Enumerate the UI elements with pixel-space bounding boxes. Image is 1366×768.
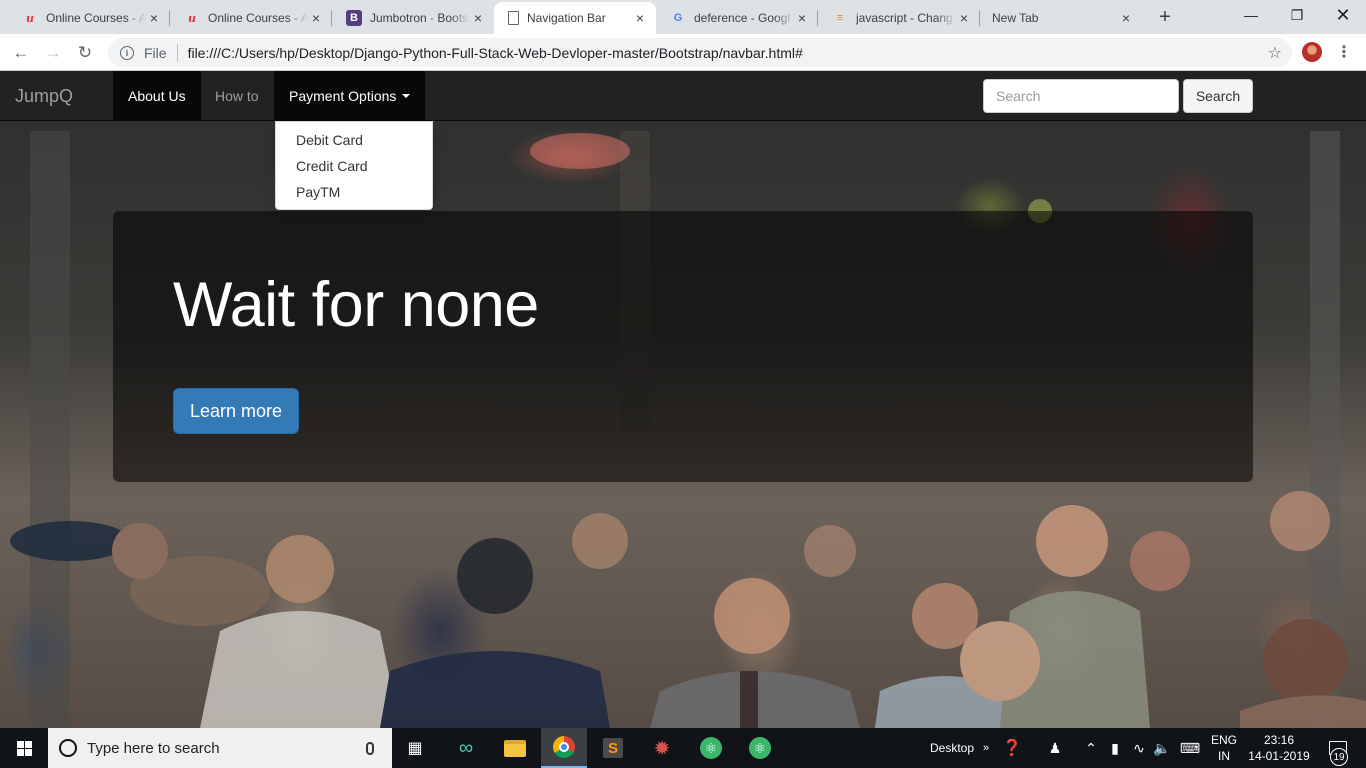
task-view-icon[interactable]: ▦: [392, 728, 438, 768]
toolbar-expand-icon[interactable]: »: [980, 728, 992, 768]
wifi-icon[interactable]: ∿: [1130, 728, 1148, 768]
stackoverflow-icon: ≡: [836, 12, 844, 24]
language-code: ENG: [1210, 733, 1237, 747]
nav-item-about-us[interactable]: About Us: [113, 71, 201, 121]
jumbotron-heading: Wait for none: [173, 270, 539, 340]
close-tab-icon[interactable]: ×: [1118, 10, 1134, 26]
battery-icon[interactable]: ▮: [1106, 728, 1124, 768]
browser-tab-strip: u Online Courses - A × u Online Courses …: [0, 0, 1366, 34]
close-tab-icon[interactable]: ×: [308, 10, 324, 26]
tab-title: New Tab: [992, 11, 1039, 25]
scheme-label: File: [144, 44, 167, 61]
dropdown-item-credit-card[interactable]: Credit Card: [276, 153, 432, 179]
close-tab-icon[interactable]: ×: [470, 10, 486, 26]
search-input[interactable]: [983, 79, 1179, 113]
google-icon: G: [673, 12, 683, 24]
system-clock[interactable]: 23:16 14-01-2019: [1244, 732, 1314, 764]
close-tab-icon[interactable]: ×: [794, 10, 810, 26]
jumbotron: Wait for none Learn more: [113, 211, 1253, 482]
nav-item-payment-options[interactable]: Payment Options: [274, 71, 426, 121]
nav-item-label: How to: [215, 88, 259, 104]
sublime-text-icon[interactable]: S: [590, 728, 636, 768]
cortana-icon: [59, 739, 77, 757]
people-icon[interactable]: ♟: [1044, 728, 1066, 768]
clock-date: 14-01-2019: [1248, 749, 1310, 763]
start-button[interactable]: [0, 728, 48, 768]
browser-tab[interactable]: B Jumbotron · Boots ×: [332, 2, 494, 34]
close-tab-icon[interactable]: ×: [146, 10, 162, 26]
new-tab-plus-icon[interactable]: +: [1154, 6, 1176, 28]
clock-time: 23:16: [1263, 733, 1295, 747]
taskbar-search-box[interactable]: Type here to search: [48, 728, 392, 768]
tab-title: Jumbotron · Boots: [370, 11, 469, 25]
dropdown-item-debit-card[interactable]: Debit Card: [276, 127, 432, 153]
browser-tab[interactable]: u Online Courses - A ×: [8, 2, 170, 34]
keyboard-icon[interactable]: ⌨: [1178, 728, 1202, 768]
chrome-taskbar-icon[interactable]: [541, 728, 587, 768]
show-hidden-icons-chevron-icon[interactable]: ⌃: [1082, 728, 1100, 768]
arduino-icon[interactable]: ∞: [443, 728, 489, 768]
search-button[interactable]: Search: [1183, 79, 1253, 113]
help-icon[interactable]: ❓: [1000, 728, 1024, 768]
atom-editor-icon[interactable]: ⚛: [688, 728, 734, 768]
language-indicator[interactable]: ENG IN: [1208, 732, 1240, 764]
browser-toolbar: ← → ↻ i File file:///C:/Users/hp/Desktop…: [0, 34, 1366, 71]
notification-count-badge: 19: [1330, 748, 1348, 766]
omnibox-divider: [176, 43, 178, 62]
back-arrow-icon[interactable]: ←: [8, 40, 34, 66]
browser-tab[interactable]: New Tab ×: [980, 2, 1142, 34]
reload-icon[interactable]: ↻: [72, 40, 98, 66]
taskbar-search-placeholder: Type here to search: [87, 739, 220, 757]
restore-icon[interactable]: ❐: [1274, 0, 1320, 30]
windows-logo-icon: [16, 740, 32, 756]
udemy-icon: u: [26, 11, 34, 25]
learn-more-button[interactable]: Learn more: [173, 388, 299, 434]
minimize-icon[interactable]: —: [1228, 0, 1274, 30]
tab-title: Online Courses - A: [46, 11, 146, 25]
site-navbar: JumpQ About Us How to Payment Options Se…: [0, 71, 1366, 121]
nav-item-label: Payment Options: [289, 88, 397, 104]
url-text[interactable]: file:///C:/Users/hp/Desktop/Django-Pytho…: [188, 45, 1268, 61]
browser-menu-icon[interactable]: ⋮: [1334, 42, 1354, 62]
atom-editor-icon-2[interactable]: ⚛: [737, 728, 783, 768]
microphone-icon[interactable]: [366, 741, 374, 755]
document-icon: [508, 11, 519, 25]
browser-tab[interactable]: u Online Courses - A ×: [170, 2, 332, 34]
browser-tab[interactable]: ≡ javascript - Chang ×: [818, 2, 980, 34]
tab-title: Navigation Bar: [527, 11, 606, 25]
page-viewport: JumpQ About Us How to Payment Options Se…: [0, 71, 1366, 728]
profile-avatar[interactable]: [1302, 42, 1322, 62]
file-explorer-icon[interactable]: [492, 728, 538, 768]
dropdown-item-paytm[interactable]: PayTM: [276, 179, 432, 205]
info-icon[interactable]: i: [120, 45, 134, 60]
tab-title: deference - Googl: [694, 11, 791, 25]
udemy-icon: u: [188, 11, 196, 25]
close-window-icon[interactable]: ✕: [1320, 0, 1366, 30]
web-spider-icon[interactable]: ✹: [639, 728, 685, 768]
browser-tab[interactable]: G deference - Googl ×: [656, 2, 818, 34]
payment-options-dropdown-menu: Debit Card Credit Card PayTM: [275, 121, 433, 210]
close-tab-icon[interactable]: ×: [956, 10, 972, 26]
close-tab-icon[interactable]: ×: [632, 10, 648, 26]
region-code: IN: [1218, 749, 1230, 763]
browser-tab-active[interactable]: Navigation Bar ×: [494, 2, 656, 34]
tab-title: javascript - Chang: [856, 11, 953, 25]
windows-taskbar: Type here to search ▦ ∞ S ✹ ⚛ ⚛ Desktop …: [0, 728, 1366, 768]
nav-item-label: About Us: [128, 88, 186, 104]
forward-arrow-icon[interactable]: →: [40, 40, 66, 66]
nav-item-how-to[interactable]: How to: [200, 71, 274, 121]
desktop-toolbar-label[interactable]: Desktop: [930, 728, 974, 768]
bootstrap-icon: B: [346, 10, 362, 26]
address-bar[interactable]: i File file:///C:/Users/hp/Desktop/Djang…: [108, 38, 1292, 67]
caret-down-icon: [402, 94, 411, 98]
tab-title: Online Courses - A: [208, 11, 308, 25]
volume-icon[interactable]: 🔈: [1152, 728, 1172, 768]
bookmark-star-icon[interactable]: ☆: [1268, 43, 1282, 63]
navbar-brand[interactable]: JumpQ: [15, 86, 73, 107]
